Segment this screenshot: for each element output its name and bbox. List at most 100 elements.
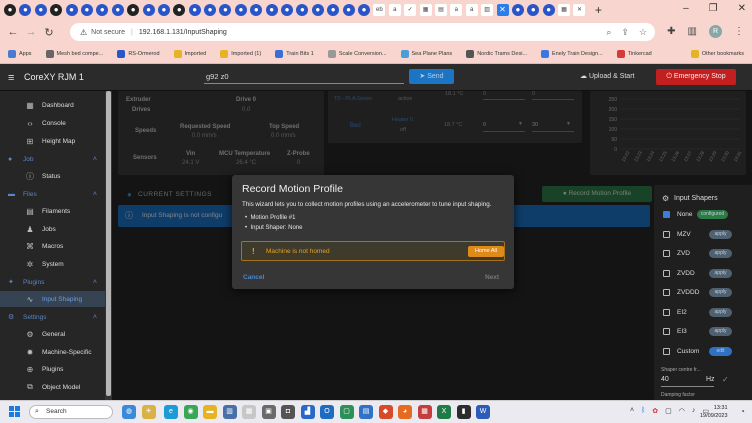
app-icon[interactable]: ▢ — [339, 405, 354, 419]
a-tab-icon[interactable]: a — [450, 4, 463, 16]
profile-avatar[interactable]: R — [709, 25, 722, 38]
windows-start-icon[interactable] — [9, 406, 20, 417]
sidebar-section-settings[interactable]: ⚙ Settings ˄ — [0, 309, 105, 325]
calc-tab-icon[interactable]: ▤ — [434, 4, 447, 16]
chrome-icon[interactable]: ◉ — [183, 405, 198, 419]
app-icon[interactable]: ▦ — [417, 405, 432, 419]
jellyfin-tab-icon[interactable]: ● — [296, 4, 309, 16]
menu-toggle-icon[interactable]: ≡ — [8, 72, 14, 84]
home-all-button[interactable]: Home All — [468, 246, 504, 257]
send-button[interactable]: ➤ Send — [409, 69, 454, 84]
app-tray-icon[interactable]: ▢ — [665, 407, 672, 415]
jellyfin-tab-icon[interactable]: ● — [111, 4, 124, 16]
explorer-icon[interactable]: ▬ — [203, 405, 217, 419]
sidebar-item-filaments[interactable]: ▤ Filaments — [0, 203, 105, 219]
ebay-tab-icon[interactable]: eb — [373, 4, 386, 16]
notification-icon[interactable]: ◔ — [740, 407, 745, 416]
bookmark-item[interactable]: Enely Train Design... — [541, 49, 603, 58]
amazon-tab-icon[interactable]: a — [388, 4, 401, 16]
sidebar-item-system[interactable]: ✲ System — [0, 256, 105, 272]
other-bookmarks[interactable]: Other bookmarks — [690, 49, 744, 58]
app-icon[interactable]: ▣ — [261, 405, 276, 419]
calendar-tab-icon[interactable]: ▦ — [558, 4, 571, 16]
check-tab-icon[interactable]: ✓ — [404, 4, 417, 16]
edge-icon[interactable]: e — [164, 405, 178, 419]
upload-start-button[interactable]: ☁ Upload & Start — [580, 72, 634, 80]
back-button[interactable]: ← — [4, 26, 22, 38]
jellyfin-tab-icon[interactable]: ● — [19, 4, 32, 16]
share-icon[interactable]: ⇪ — [621, 27, 629, 38]
jellyfin-tab-icon[interactable]: ● — [34, 4, 47, 16]
sidebar-item-dashboard[interactable]: ▦ Dashboard — [0, 97, 105, 113]
bookmark-item[interactable]: Scale Conversion... — [327, 49, 387, 58]
jellyfin-tab-icon[interactable]: ● — [311, 4, 324, 16]
app-icon[interactable]: ◆ — [378, 405, 393, 419]
jellyfin-tab-icon[interactable]: ● — [234, 4, 247, 16]
word-icon[interactable]: W — [476, 405, 490, 419]
app-tray-icon[interactable]: ✿ — [652, 407, 658, 415]
star-icon[interactable]: ☆ — [639, 27, 647, 38]
jellyfin-tab-icon[interactable]: ● — [265, 4, 278, 16]
sidebar-item-macros[interactable]: ⌘ Macros — [0, 238, 105, 254]
bookmark-item[interactable]: Nordic Trams Desi... — [466, 49, 527, 58]
sidebar-item-console[interactable]: ‹› Console — [0, 115, 105, 131]
github-tab-icon[interactable]: ● — [4, 4, 16, 16]
outlook-icon[interactable]: O — [320, 405, 334, 419]
chevron-up-icon[interactable]: ˄ — [630, 407, 634, 415]
address-bar[interactable]: ⚠ Not secure | 192.168.1.131/InputShapin… — [70, 23, 655, 41]
forward-button[interactable]: → — [22, 26, 40, 38]
close-tab-tab-icon[interactable]: ✕ — [496, 4, 509, 16]
grid-tab-icon[interactable]: ▦ — [419, 4, 432, 16]
weather-icon[interactable]: ☀ — [141, 405, 156, 419]
sidepanel-icon[interactable]: ▥ — [688, 26, 697, 37]
close-tab-icon[interactable]: ✕ — [573, 4, 586, 16]
app-icon[interactable]: ▦ — [242, 405, 256, 419]
jellyfin-tab-icon[interactable]: ● — [204, 4, 217, 16]
excel-icon[interactable]: X — [437, 405, 451, 419]
jellyfin-tab-icon[interactable]: ● — [511, 4, 524, 16]
app-icon[interactable]: ▮ — [456, 405, 471, 419]
taskbar-search-box[interactable]: ⌕ Search — [29, 405, 113, 419]
sidebar-section-files[interactable]: ▬ Files ˄ — [0, 186, 105, 202]
sidebar-item-status[interactable]: ⓘ Status — [0, 168, 105, 184]
menu-icon[interactable]: ⋮ — [734, 26, 744, 37]
jellyfin-tab-icon[interactable]: ● — [281, 4, 294, 16]
sidebar-section-plugins[interactable]: ✦ Plugins ˄ — [0, 274, 105, 290]
github-tab-icon[interactable]: ● — [127, 4, 140, 16]
emergency-stop-button[interactable]: ⏻ Emergency Stop — [656, 69, 736, 85]
sidebar-section-job[interactable]: ● Job ˄ — [0, 151, 105, 167]
jellyfin-tab-icon[interactable]: ● — [250, 4, 263, 16]
volume-icon[interactable]: ♪ — [692, 407, 696, 415]
zoom-icon[interactable]: ⌕ — [606, 27, 611, 38]
app-icon[interactable]: ▤ — [359, 405, 373, 419]
bookmark-item[interactable]: Imported — [173, 49, 206, 58]
jellyfin-tab-icon[interactable]: ● — [142, 4, 155, 16]
bluetooth-icon[interactable]: ᛒ — [641, 407, 645, 415]
bookmark-item[interactable]: Sea Plane Plans — [400, 49, 452, 58]
jellyfin-tab-icon[interactable]: ● — [357, 4, 370, 16]
jellyfin-tab-icon[interactable]: ● — [65, 4, 78, 16]
jellyfin-tab-icon[interactable]: ● — [188, 4, 201, 16]
next-button[interactable]: Next — [485, 274, 499, 281]
extensions-icon[interactable]: ✚ — [667, 26, 675, 37]
jellyfin-tab-icon[interactable]: ● — [527, 4, 540, 16]
github-tab-icon[interactable]: ● — [173, 4, 186, 16]
camera-icon[interactable]: ◘ — [281, 405, 295, 419]
bookmark-item[interactable]: Apps — [8, 49, 32, 58]
amazon-tab-icon[interactable]: a — [465, 4, 478, 16]
bookmark-item[interactable]: Imported (1) — [220, 49, 261, 58]
jellyfin-tab-icon[interactable]: ● — [219, 4, 232, 16]
cancel-button[interactable]: Cancel — [243, 274, 264, 281]
new-tab-button[interactable]: + — [595, 3, 602, 17]
jellyfin-tab-icon[interactable]: ● — [157, 4, 170, 16]
sidebar-item-general[interactable]: ⚙ General — [0, 326, 105, 342]
app-icon[interactable]: ▥ — [222, 405, 237, 419]
sidebar-item-height-map[interactable]: ⊞ Height Map — [0, 133, 105, 149]
bookmark-item[interactable]: Mesh bed compe... — [45, 49, 103, 58]
bookmark-item[interactable]: Tinkercad — [616, 49, 652, 58]
jellyfin-tab-icon[interactable]: ● — [80, 4, 93, 16]
sidebar-item-plugins[interactable]: ⊕ Plugins — [0, 361, 105, 377]
jellyfin-tab-icon[interactable]: ● — [542, 4, 555, 16]
jellyfin-tab-icon[interactable]: ● — [327, 4, 340, 16]
taskbar-clock[interactable]: 13:31 19/09/2023 — [700, 404, 728, 420]
